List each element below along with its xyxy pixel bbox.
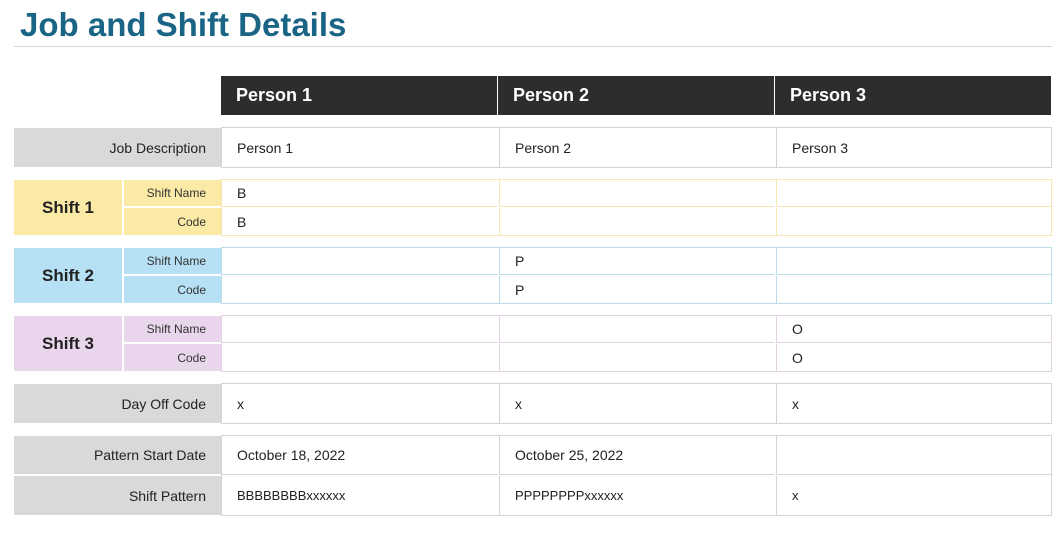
pattern-start-date-person-3[interactable] <box>776 436 1051 475</box>
shift-2-code-person-2[interactable]: P <box>499 276 774 303</box>
shift-1-code-person-1[interactable]: B <box>222 208 497 235</box>
shift-pattern-person-2: PPPPPPPPxxxxxx <box>499 476 774 515</box>
shift-2-name-person-3[interactable] <box>776 248 1051 275</box>
job-description-person-2[interactable]: Person 2 <box>499 128 774 167</box>
job-description-person-1[interactable]: Person 1 <box>222 128 497 167</box>
shift-3-name-person-2[interactable] <box>499 316 774 343</box>
shift-1-name-person-1[interactable]: B <box>222 180 497 207</box>
shift-2-title: Shift 2 <box>14 248 122 303</box>
shift-1-title: Shift 1 <box>14 180 122 235</box>
shift-1-code-person-2[interactable] <box>499 208 774 235</box>
day-off-code-label: Day Off Code <box>14 384 221 423</box>
job-description-label: Job Description <box>14 128 221 167</box>
title-divider <box>14 46 1052 47</box>
shift-3-name-person-3[interactable]: O <box>776 316 1051 343</box>
shift-2-name-label: Shift Name <box>123 248 221 275</box>
shift-1-code-person-3[interactable] <box>776 208 1051 235</box>
shift-1-name-label: Shift Name <box>123 180 221 207</box>
shift-1-name-person-3[interactable] <box>776 180 1051 207</box>
shift-3-code-person-1[interactable] <box>222 344 497 371</box>
shift-3-title: Shift 3 <box>14 316 122 371</box>
page-title: Job and Shift Details <box>20 6 347 43</box>
pattern-start-date-person-1[interactable]: October 18, 2022 <box>222 436 497 475</box>
shift-pattern-person-3: x <box>776 476 1051 515</box>
shift-3-name-label: Shift Name <box>123 316 221 343</box>
shift-2-name-person-2[interactable]: P <box>499 248 774 275</box>
shift-3-name-person-1[interactable] <box>222 316 497 343</box>
column-header-person-3: Person 3 <box>775 76 1051 115</box>
shift-1-code-label: Code <box>123 208 221 235</box>
shift-2-name-person-1[interactable] <box>222 248 497 275</box>
column-header-person-1: Person 1 <box>221 76 497 115</box>
shift-pattern-person-1: BBBBBBBBxxxxxx <box>222 476 497 515</box>
shift-2-code-person-1[interactable] <box>222 276 497 303</box>
pattern-start-date-label: Pattern Start Date <box>14 436 221 475</box>
day-off-person-1[interactable]: x <box>222 384 497 423</box>
shift-pattern-label: Shift Pattern <box>14 476 221 515</box>
pattern-start-date-person-2[interactable]: October 25, 2022 <box>499 436 774 475</box>
shift-1-name-person-2[interactable] <box>499 180 774 207</box>
shift-2-code-label: Code <box>123 276 221 303</box>
column-header-person-2: Person 2 <box>498 76 774 115</box>
shift-2-code-person-3[interactable] <box>776 276 1051 303</box>
job-description-person-3[interactable]: Person 3 <box>776 128 1051 167</box>
shift-3-code-person-3[interactable]: O <box>776 344 1051 371</box>
shift-3-code-person-2[interactable] <box>499 344 774 371</box>
day-off-person-2[interactable]: x <box>499 384 774 423</box>
day-off-person-3[interactable]: x <box>776 384 1051 423</box>
shift-3-code-label: Code <box>123 344 221 371</box>
